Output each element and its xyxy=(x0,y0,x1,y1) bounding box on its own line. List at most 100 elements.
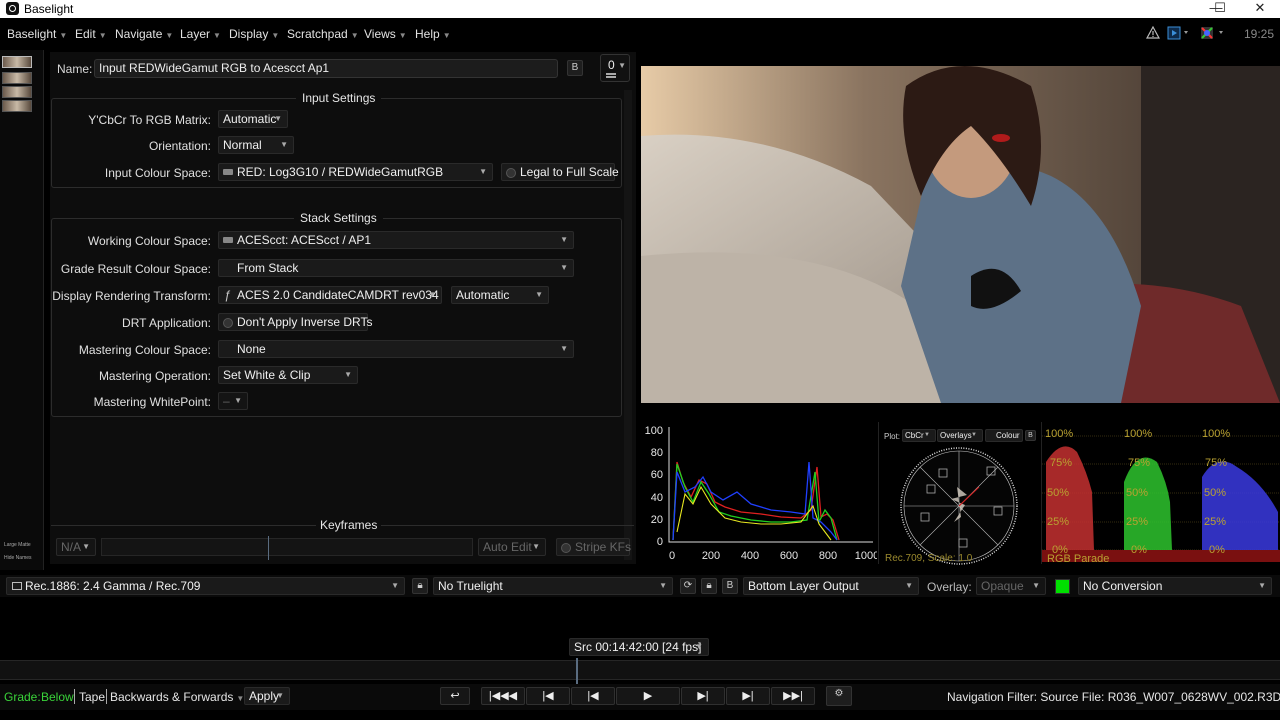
parade-100-label: 100% xyxy=(1202,428,1230,440)
name-input[interactable]: Input REDWideGamut RGB to Acescct Ap1 xyxy=(94,59,558,78)
working-colour-space-label: Working Colour Space: xyxy=(87,234,211,248)
navigation-filter[interactable]: Navigation Filter: Source File: R036_W00… xyxy=(947,690,1280,704)
stack-settings-title: Stack Settings xyxy=(294,211,383,225)
timecode-dropdown[interactable]: Src 00:14:42:00 [24 fps] ▼ xyxy=(569,638,709,656)
hide-names-toggle[interactable]: Hide Names xyxy=(4,555,32,561)
histogram-x-tick: 800 xyxy=(819,550,837,562)
plot-dropdown[interactable]: CbCr ▼ xyxy=(902,429,936,442)
parade-100-label: 100% xyxy=(1124,428,1152,440)
direction-dropdown[interactable]: Backwards & Forwards ▼ xyxy=(110,690,244,704)
layer-thumbnail[interactable] xyxy=(2,100,32,112)
truelight-dropdown[interactable]: No Truelight ▼ xyxy=(433,577,673,595)
histogram-y-tick: 60 xyxy=(651,469,663,481)
lock-icon[interactable]: 🔒︎ xyxy=(412,578,428,594)
stack-icon xyxy=(606,73,616,75)
go-to-start-button[interactable]: |◀◀◀ xyxy=(481,687,525,705)
histogram-scope[interactable]: 100 80 60 40 20 0 0 200 400 600 800 1000 xyxy=(641,422,880,564)
lock-icon[interactable]: 🔒︎ xyxy=(701,578,717,594)
mastering-whitepoint-label: Mastering WhitePoint: xyxy=(93,395,211,409)
colour-toggle[interactable]: Colour xyxy=(985,429,1023,442)
mastering-colour-space-dropdown[interactable]: None ▼ xyxy=(218,340,574,358)
previous-frame-button[interactable]: |◀ xyxy=(571,687,615,705)
keyframes-title: Keyframes xyxy=(316,518,382,532)
clock: 19:25 xyxy=(1243,27,1274,41)
layer-count: 0 xyxy=(608,58,615,72)
keyframe-mode-dropdown[interactable]: N/A ▼ xyxy=(56,538,96,556)
drt-mode-dropdown[interactable]: Automatic ▼ xyxy=(451,286,549,304)
menu-edit[interactable]: Edit ▼ xyxy=(75,27,107,41)
grade-result-colour-space-dropdown[interactable]: From Stack ▼ xyxy=(218,259,574,277)
input-colour-space-dropdown[interactable]: RED: Log3G10 / REDWideGamutRGB ▼ xyxy=(218,163,493,181)
loop-button[interactable]: ↩ xyxy=(440,687,470,705)
rgb-parade-scope[interactable]: 100% 100% 100% 75% 75% 75% 50% 50% 50% 2… xyxy=(1041,422,1280,565)
status-indicator[interactable] xyxy=(1055,579,1070,594)
keyframe-timeline[interactable] xyxy=(101,536,473,560)
working-colour-space-dropdown[interactable]: ACEScct: ACEScct / AP1 ▼ xyxy=(218,231,574,249)
mastering-whitepoint-dropdown[interactable]: – ▼ xyxy=(218,392,248,410)
stripe-kfs-toggle[interactable]: Stripe KFs xyxy=(556,538,631,556)
transport-options-icon[interactable]: ⚙︎ xyxy=(826,686,852,706)
menu-scratchpad[interactable]: Scratchpad ▼ xyxy=(287,27,359,41)
image-viewer[interactable] xyxy=(641,66,1280,403)
menu-layer[interactable]: Layer ▼ xyxy=(180,27,221,41)
function-icon: ƒ xyxy=(224,288,231,302)
vectorscope-caption: Rec.709, Scale: 1.0 xyxy=(885,553,973,564)
ycbcr-matrix-dropdown[interactable]: Automatic ▼ xyxy=(218,110,288,128)
display-colour-space-dropdown[interactable]: Rec.1886: 2.4 Gamma / Rec.709 ▼ xyxy=(6,577,405,595)
close-button[interactable]: ✕ xyxy=(1240,0,1280,18)
conversion-dropdown[interactable]: No Conversion ▼ xyxy=(1078,577,1272,595)
display-rendering-transform-dropdown[interactable]: ƒ ACES 2.0 CandidateCAMDRT rev034 ▼ xyxy=(218,286,442,304)
legal-to-full-scale-toggle[interactable]: Legal to Full Scale xyxy=(501,163,619,181)
large-matte-toggle[interactable]: Large Matte xyxy=(4,542,31,548)
divider xyxy=(106,689,107,704)
viewer-mode-icon[interactable] xyxy=(1167,26,1193,42)
layer-thumbnail[interactable] xyxy=(2,56,32,68)
colour-wheel-icon[interactable] xyxy=(1200,26,1228,42)
menu-display[interactable]: Display ▼ xyxy=(229,27,279,41)
warning-icon[interactable] xyxy=(1145,25,1161,42)
menu-help[interactable]: Help ▼ xyxy=(415,27,451,41)
grade-value[interactable]: Below xyxy=(41,690,74,704)
menu-views[interactable]: Views ▼ xyxy=(364,27,407,41)
layer-thumbnail-strip: Large Matte Hide Names xyxy=(0,50,44,570)
display-rendering-transform-label: Display Rendering Transform: xyxy=(52,289,211,303)
scope-menu-icon[interactable]: B xyxy=(1025,430,1036,441)
parade-caption: RGB Parade xyxy=(1047,553,1109,564)
orientation-dropdown[interactable]: Normal ▼ xyxy=(218,136,294,154)
drt-application-toggle[interactable]: Don't Apply Inverse DRTs xyxy=(218,313,372,331)
auto-edit-dropdown[interactable]: Auto Edit ▼ xyxy=(478,538,546,556)
timeline-track[interactable] xyxy=(0,658,1280,684)
baselight-app-icon xyxy=(6,2,19,15)
parade-0-label: 0% xyxy=(1131,544,1147,556)
panel-scrollbar[interactable] xyxy=(624,90,632,560)
previous-shot-button[interactable]: |◀ xyxy=(526,687,570,705)
maximize-button[interactable]: ☐ xyxy=(1200,0,1240,18)
parade-50-label: 50% xyxy=(1126,487,1148,499)
grade-label: Grade: xyxy=(4,690,41,704)
menu-navigate[interactable]: Navigate ▼ xyxy=(115,27,173,41)
apply-dropdown[interactable]: Apply ▼ xyxy=(244,687,290,705)
overlay-label: Overlay: xyxy=(927,580,972,594)
next-frame-button[interactable]: ▶| xyxy=(681,687,725,705)
output-dropdown[interactable]: Bottom Layer Output ▼ xyxy=(743,577,919,595)
tape-button[interactable]: Tape xyxy=(79,690,105,704)
next-shot-button[interactable]: ▶| xyxy=(726,687,770,705)
overlay-dropdown[interactable]: Opaque ▼ xyxy=(976,577,1046,595)
bypass-icon[interactable]: B xyxy=(722,578,738,594)
layer-count-button[interactable]: 0 ▼ xyxy=(600,54,630,82)
menu-baselight[interactable]: Baselight ▼ xyxy=(7,27,67,41)
timeline-playhead[interactable] xyxy=(576,658,578,684)
overlays-dropdown[interactable]: Overlays ▼ xyxy=(937,429,983,442)
bypass-icon[interactable]: B xyxy=(567,60,583,76)
histogram-x-tick: 600 xyxy=(780,550,798,562)
refresh-icon[interactable]: ⟳ xyxy=(680,578,696,594)
vectorscope[interactable]: Plot: CbCr ▼ Overlays ▼ Colour B Rec.709, … xyxy=(878,422,1040,565)
mastering-operation-dropdown[interactable]: Set White & Clip ▼ xyxy=(218,366,358,384)
histogram-x-tick: 0 xyxy=(669,550,675,562)
parade-25-label: 25% xyxy=(1204,516,1226,528)
go-to-end-button[interactable]: ▶▶| xyxy=(771,687,815,705)
play-button[interactable]: ▶ xyxy=(616,687,680,705)
layer-thumbnail[interactable] xyxy=(2,72,32,84)
layer-thumbnail[interactable] xyxy=(2,86,32,98)
mastering-colour-space-label: Mastering Colour Space: xyxy=(78,343,211,357)
